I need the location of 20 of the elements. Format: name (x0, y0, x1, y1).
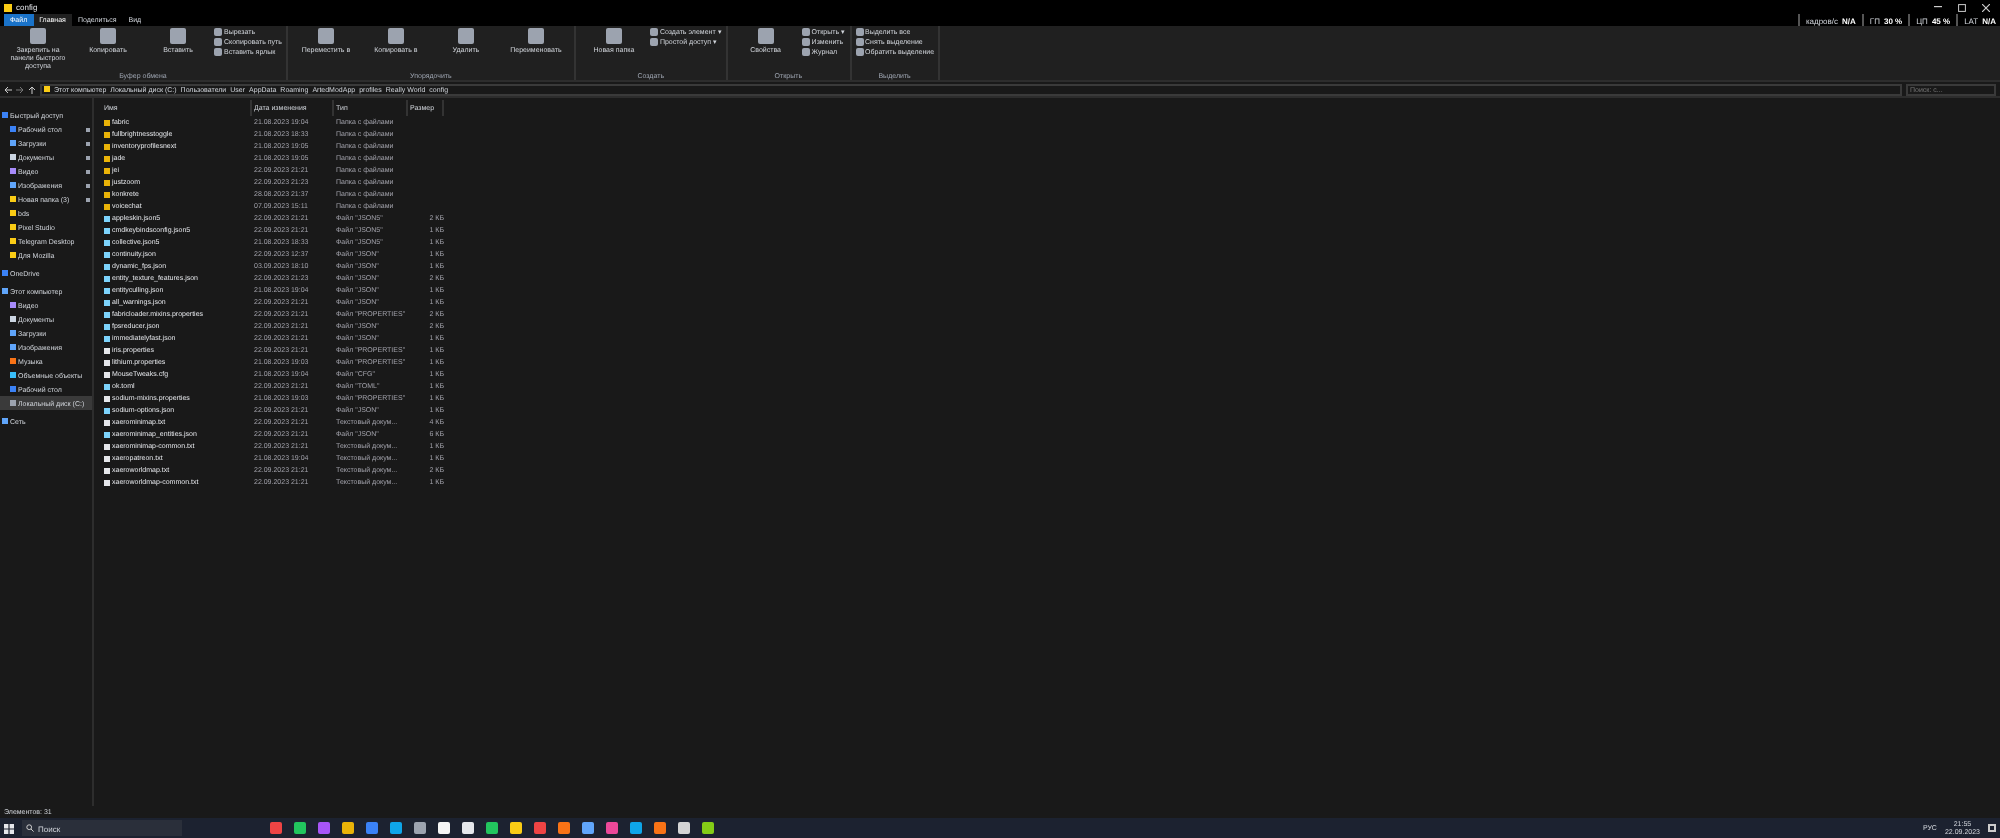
close-icon (1982, 3, 1990, 11)
command-icon (757, 28, 774, 44)
command-icon (170, 28, 186, 44)
close-button[interactable] (1976, 1, 1996, 13)
maximize-icon (1958, 3, 1966, 11)
command-icon (100, 28, 116, 44)
back-arrow-icon[interactable] (4, 85, 12, 93)
maximize-button[interactable] (1952, 1, 1972, 13)
minimize-button[interactable] (1928, 1, 1948, 13)
command-icon (527, 28, 544, 44)
notification-icon[interactable] (1988, 824, 1996, 832)
windows-icon[interactable] (4, 823, 14, 833)
command-icon (387, 28, 404, 44)
command-icon (457, 28, 474, 44)
command-icon (317, 28, 334, 44)
command-icon (605, 28, 622, 44)
search-icon (26, 824, 34, 832)
up-arrow-icon[interactable] (28, 85, 36, 93)
minimize-icon (1934, 6, 1942, 8)
command-icon (30, 28, 46, 44)
